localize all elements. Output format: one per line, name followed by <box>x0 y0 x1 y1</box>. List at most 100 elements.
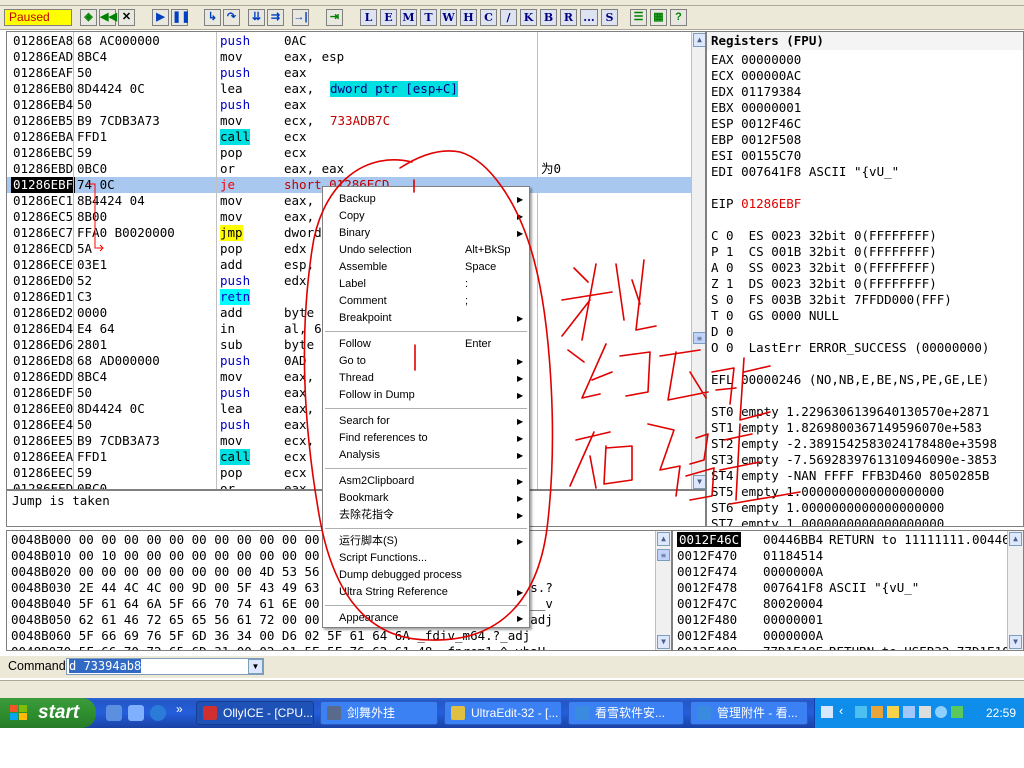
menu-item[interactable]: Follow Enter <box>339 336 525 353</box>
disassembly-row[interactable]: 01286EBD 0BC0 or eax, eax 为0 <box>7 161 691 177</box>
register-line[interactable]: EDI 007641F8 ASCII "{vU_" <box>711 164 899 180</box>
step-over-icon[interactable]: ↷ <box>223 9 240 26</box>
trace-over-icon[interactable]: ⇉ <box>267 9 284 26</box>
help-icon[interactable]: ? <box>670 9 687 26</box>
register-line[interactable]: EBP 0012F508 <box>711 132 801 148</box>
clock[interactable]: 22:59 <box>986 698 1016 728</box>
stack-row[interactable]: 0012F488 77D1E10E RETURN to USER32.77D1E10… <box>677 644 1017 650</box>
menu-item[interactable]: Appearance ▶ <box>339 610 525 627</box>
menu-item[interactable]: Find references to ▶ <box>339 430 525 447</box>
register-line[interactable]: EIP 01286EBF <box>711 196 801 212</box>
menu-item[interactable]: 运行脚本(S) ▶ <box>339 533 525 550</box>
options-icon[interactable]: ☰ <box>630 9 647 26</box>
media-icon[interactable] <box>150 705 166 721</box>
keyboard-icon[interactable] <box>821 706 833 718</box>
register-line[interactable]: S 0 FS 003B 32bit 7FFDD000(FFF) <box>711 292 952 308</box>
open-icon[interactable]: ◈ <box>80 9 97 26</box>
register-line[interactable]: Z 1 DS 0023 32bit 0(FFFFFFFF) <box>711 276 937 292</box>
menu-item[interactable]: Search for ▶ <box>339 413 525 430</box>
menu-item[interactable]: 去除花指令 ▶ <box>339 507 525 524</box>
command-input[interactable]: d 73394ab8 <box>66 658 264 675</box>
step-into-icon[interactable]: ↳ <box>204 9 221 26</box>
scroll-up-icon[interactable]: ▲ <box>693 33 705 47</box>
pause-icon[interactable]: ❚❚ <box>171 9 190 26</box>
menu-item[interactable]: Follow in Dump ▶ <box>339 387 525 404</box>
disassembly-row[interactable]: 01286EAD 8BC4 mov eax, esp <box>7 49 691 65</box>
register-line[interactable]: C 0 ES 0023 32bit 0(FFFFFFFF) <box>711 228 937 244</box>
chevron-down-icon[interactable]: ▼ <box>248 659 263 674</box>
register-line[interactable]: P 1 CS 001B 32bit 0(FFFFFFFF) <box>711 244 937 260</box>
menu-item[interactable]: Backup ▶ <box>339 191 525 208</box>
register-line[interactable]: ST5 empty 1.0000000000000000000 <box>711 484 944 500</box>
window-button-r[interactable]: R <box>560 9 577 26</box>
disassembly-row[interactable]: 01286EB0 8D4424 0C lea eax, dword ptr [esp+… <box>7 81 691 97</box>
disassembly-row[interactable]: 01286EBA FFD1 call ecx <box>7 129 691 145</box>
menu-item[interactable]: Comment; <box>339 293 525 310</box>
chevron-left-icon[interactable]: ‹ <box>839 703 843 718</box>
window-button-h[interactable]: H <box>460 9 477 26</box>
scroll-down-icon[interactable]: ▼ <box>1009 635 1022 649</box>
menu-item[interactable]: Binary ▶ <box>339 225 525 242</box>
run-icon[interactable]: ▶ <box>152 9 169 26</box>
register-line[interactable]: EAX 00000000 <box>711 52 801 68</box>
register-line[interactable]: ST3 empty -7.5692839761310946090e-3853 <box>711 452 997 468</box>
register-line[interactable]: ESP 0012F46C <box>711 116 801 132</box>
taskbar-button[interactable]: 管理附件 - 看... <box>690 701 808 725</box>
taskbar-button[interactable]: 剑舞外挂 <box>320 701 438 725</box>
register-line[interactable]: EBX 00000001 <box>711 100 801 116</box>
show-desktop-icon[interactable] <box>106 705 122 721</box>
appearance-icon[interactable]: ▦ <box>650 9 667 26</box>
shield-icon[interactable] <box>951 706 963 718</box>
scroll-down-icon[interactable]: ▼ <box>657 635 670 649</box>
taskbar-button[interactable]: UltraEdit-32 - [... <box>444 701 562 725</box>
window-button-c[interactable]: C <box>480 9 497 26</box>
scroll-up-icon[interactable]: ▲ <box>657 532 670 546</box>
scroll-thumb[interactable]: ≡ <box>693 332 705 344</box>
register-line[interactable]: T 0 GS 0000 NULL <box>711 308 839 324</box>
stack-row[interactable]: 0012F46C 00446BB4 RETURN to 11111111.00446… <box>677 532 1023 548</box>
register-line[interactable]: ST7 empty 1.0000000000000000000 <box>711 516 944 526</box>
tool-icon[interactable] <box>919 706 931 718</box>
close-icon[interactable]: ✕ <box>118 9 135 26</box>
window-button-w[interactable]: W <box>440 9 457 26</box>
register-line[interactable]: A 0 SS 0023 32bit 0(FFFFFFFF) <box>711 260 937 276</box>
disassembly-scrollbar[interactable]: ▲ ≡ ▼ <box>691 32 705 489</box>
dump-row[interactable]: 0048B070 5F 66 70 72 65 6D 31 00 02 01 5… <box>11 644 545 650</box>
menu-item[interactable]: Label: <box>339 276 525 293</box>
disassembly-row[interactable]: 01286EB4 50 push eax <box>7 97 691 113</box>
register-line[interactable]: ST1 empty 1.8269800367149596070e+583 <box>711 420 982 436</box>
menu-item[interactable]: Dump debugged process <box>339 567 525 584</box>
window-button-b[interactable]: B <box>540 9 557 26</box>
scroll-thumb[interactable]: ≡ <box>657 549 670 561</box>
menu-item[interactable]: Thread ▶ <box>339 370 525 387</box>
stack-row[interactable]: 0012F474 0000000A <box>677 564 823 580</box>
stack-row[interactable]: 0012F478 007641F8 ASCII "{vU_" <box>677 580 919 596</box>
register-line[interactable]: ESI 00155C70 <box>711 148 801 164</box>
menu-item[interactable]: Script Functions... <box>339 550 525 567</box>
start-button[interactable]: start <box>0 698 96 728</box>
stack-row[interactable]: 0012F470 01184514 <box>677 548 823 564</box>
window-button-more[interactable]: ... <box>580 9 598 26</box>
dump-row[interactable]: 0048B060 5F 66 69 76 5F 6D 36 34 00 D6 0… <box>11 628 530 644</box>
browser-icon[interactable] <box>128 705 144 721</box>
stack-row[interactable]: 0012F47C 80020004 <box>677 596 823 612</box>
trace-into-icon[interactable]: ⇊ <box>248 9 265 26</box>
scroll-down-icon[interactable]: ▼ <box>693 475 705 489</box>
menu-item[interactable]: Copy ▶ <box>339 208 525 225</box>
chevron-right-icon[interactable]: » <box>176 702 183 716</box>
register-line[interactable]: EFL 00000246 (NO,NB,E,BE,NS,PE,GE,LE) <box>711 372 989 388</box>
disassembly-row[interactable]: 01286EB5 B9 7CDB3A73 mov ecx, 733ADB7C <box>7 113 691 129</box>
menu-item[interactable]: Analysis ▶ <box>339 447 525 464</box>
menu-item[interactable]: Bookmark ▶ <box>339 490 525 507</box>
registers-pane[interactable]: Registers (FPU) EAX 00000000 ECX 000000AC… <box>706 31 1024 527</box>
scroll-up-icon[interactable]: ▲ <box>1009 532 1022 546</box>
menu-item[interactable]: Go to ▶ <box>339 353 525 370</box>
register-line[interactable]: ST4 empty -NAN FFFF FFB3D460 8050285B <box>711 468 989 484</box>
register-line[interactable]: ECX 000000AC <box>711 68 801 84</box>
restart-icon[interactable]: ◀◀ <box>99 9 117 26</box>
window-button-l[interactable]: L <box>360 9 377 26</box>
stack-row[interactable]: 0012F484 0000000A <box>677 628 823 644</box>
window-button-patches[interactable]: / <box>500 9 517 26</box>
register-line[interactable]: O 0 LastErr ERROR_SUCCESS (00000000) <box>711 340 989 356</box>
registers-title[interactable]: Registers (FPU) <box>707 32 1023 50</box>
